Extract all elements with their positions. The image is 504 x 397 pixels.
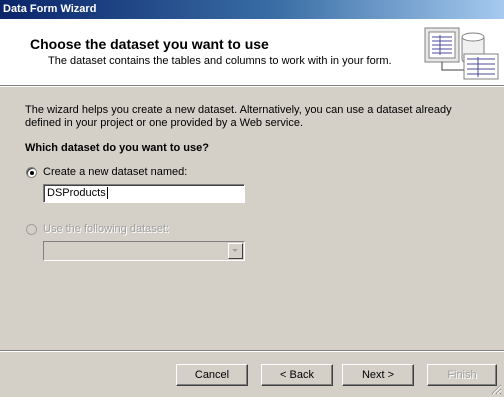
radio-selected-dot (30, 171, 34, 175)
dataset-name-value: DSProducts (47, 187, 106, 199)
page-title: Choose the dataset you want to use (30, 36, 269, 52)
intro-line-2: defined in your project or one provided … (25, 117, 304, 129)
dropdown-button[interactable] (228, 243, 243, 259)
dataset-question: Which dataset do you want to use? (25, 142, 209, 154)
data-form-wizard-dialog: Data Form Wizard Choose the dataset you … (0, 0, 504, 397)
chevron-down-icon (232, 249, 238, 252)
footer-divider (0, 350, 504, 352)
window-title: Data Form Wizard (3, 3, 97, 15)
intro-text: The wizard helps you create a new datase… (25, 104, 485, 130)
use-existing-dataset-label[interactable]: Use the following dataset: (43, 223, 169, 235)
header-divider (0, 85, 504, 87)
page-subtitle: The dataset contains the tables and colu… (48, 55, 392, 67)
use-existing-dataset-radio[interactable] (26, 224, 37, 235)
intro-line-1: The wizard helps you create a new datase… (25, 104, 452, 116)
text-caret (106, 187, 108, 200)
dataset-tables-icon (424, 27, 499, 80)
next-button[interactable]: Next > (342, 364, 414, 386)
finish-button[interactable]: Finish (427, 364, 497, 386)
cancel-button[interactable]: Cancel (176, 364, 248, 386)
dataset-name-input[interactable]: DSProducts (43, 184, 245, 203)
create-new-dataset-radio[interactable] (26, 167, 37, 178)
create-new-dataset-label[interactable]: Create a new dataset named: (43, 166, 187, 178)
existing-dataset-dropdown[interactable] (43, 241, 245, 261)
resize-grip-icon[interactable] (490, 383, 502, 395)
back-button[interactable]: < Back (261, 364, 333, 386)
title-bar[interactable]: Data Form Wizard (0, 0, 504, 19)
